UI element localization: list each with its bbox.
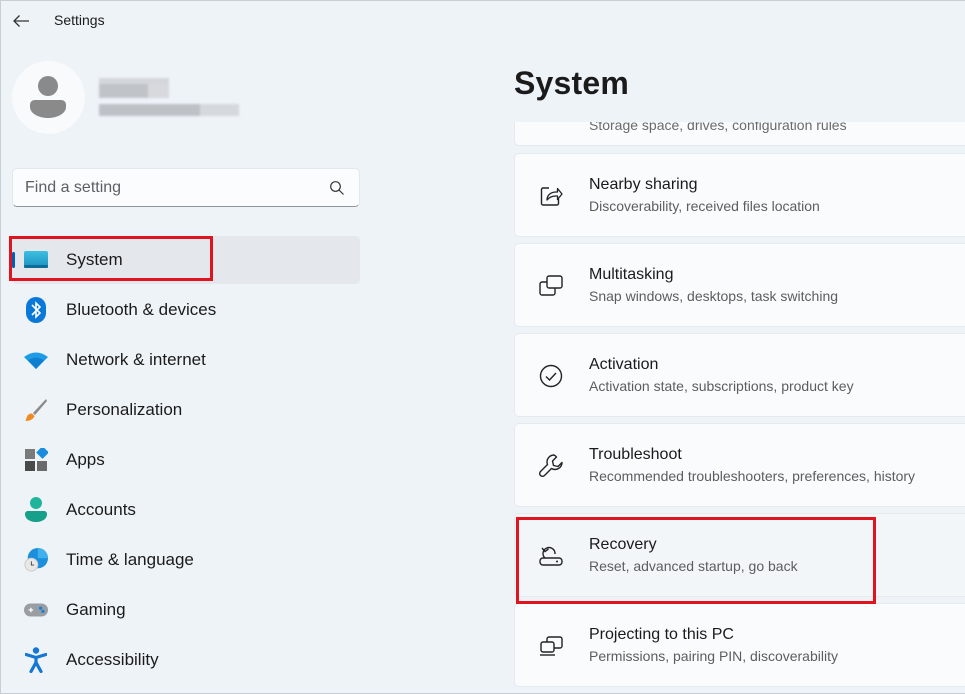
paintbrush-icon xyxy=(24,398,48,422)
sidebar-item-label: Accounts xyxy=(66,500,136,519)
card-title: Troubleshoot xyxy=(589,446,682,463)
card-title: Activation xyxy=(589,356,659,373)
sidebar-item-bluetooth[interactable]: Bluetooth & devices xyxy=(12,286,360,334)
account-icon xyxy=(24,497,48,522)
check-circle-icon xyxy=(537,362,565,390)
wrench-icon xyxy=(537,452,565,480)
multitasking-icon xyxy=(537,272,565,300)
sidebar-item-label: Accessibility xyxy=(66,650,159,669)
sidebar-item-network[interactable]: Network & internet xyxy=(12,336,360,384)
sidebar-item-label: Gaming xyxy=(66,600,126,619)
sidebar-item-gaming[interactable]: Gaming xyxy=(12,586,360,634)
card-troubleshoot[interactable]: Troubleshoot Recommended troubleshooters… xyxy=(514,423,965,507)
card-multitasking[interactable]: Multitasking Snap windows, desktops, tas… xyxy=(514,243,965,327)
apps-icon xyxy=(24,448,48,472)
system-monitor-icon xyxy=(24,248,48,272)
gamepad-icon xyxy=(24,598,48,622)
sidebar-item-apps[interactable]: Apps xyxy=(12,436,360,484)
active-indicator xyxy=(12,252,15,268)
avatar[interactable] xyxy=(12,61,85,134)
recovery-icon xyxy=(537,542,565,570)
card-subtitle: Permissions, pairing PIN, discoverabilit… xyxy=(589,648,838,664)
search-icon[interactable] xyxy=(329,180,345,196)
sidebar-item-label: Network & internet xyxy=(66,350,206,369)
back-button[interactable] xyxy=(9,9,33,33)
card-subtitle: Snap windows, desktops, task switching xyxy=(589,288,839,304)
sidebar-item-label: Apps xyxy=(66,450,105,469)
card-subtitle: Activation state, subscriptions, product… xyxy=(589,378,854,394)
accessibility-icon xyxy=(24,647,48,673)
card-activation[interactable]: Activation Activation state, subscriptio… xyxy=(514,333,965,417)
arrow-left-icon xyxy=(13,15,29,27)
card-title: Recovery xyxy=(589,536,657,553)
title-bar: Settings xyxy=(1,1,965,41)
card-subtitle: Discoverability, received files location xyxy=(589,198,820,214)
sidebar-item-label: Bluetooth & devices xyxy=(66,300,217,319)
card-subtitle: Reset, advanced startup, go back xyxy=(589,558,798,574)
person-icon xyxy=(30,76,66,118)
sidebar-item-label: Time & language xyxy=(66,550,194,569)
sidebar-nav: System Bluetooth & devices Network & int… xyxy=(12,236,360,686)
card-title: Projecting to this PC xyxy=(589,626,734,643)
page-title: System xyxy=(514,65,630,101)
card-projecting[interactable]: Projecting to this PC Permissions, pairi… xyxy=(514,603,965,687)
bluetooth-icon xyxy=(24,297,48,323)
search-input[interactable] xyxy=(25,177,315,199)
card-subtitle: Recommended troubleshooters, preferences… xyxy=(589,468,916,484)
sidebar-item-system[interactable]: System xyxy=(12,236,360,284)
sidebar-item-label: System xyxy=(66,250,123,269)
card-subtitle: Storage space, drives, configuration rul… xyxy=(589,122,847,133)
settings-list: Storage Storage space, drives, configura… xyxy=(514,122,965,694)
sidebar-item-personalization[interactable]: Personalization xyxy=(12,386,360,434)
profile-name-redacted xyxy=(99,78,169,98)
card-recovery[interactable]: Recovery Reset, advanced startup, go bac… xyxy=(514,513,965,597)
profile-email-redacted xyxy=(99,104,239,116)
card-title: Nearby sharing xyxy=(589,176,698,193)
sidebar-item-accessibility[interactable]: Accessibility xyxy=(12,636,360,684)
card-storage[interactable]: Storage Storage space, drives, configura… xyxy=(514,122,965,146)
search-box[interactable] xyxy=(12,168,360,207)
app-title: Settings xyxy=(54,12,105,28)
card-nearby-sharing[interactable]: Nearby sharing Discoverability, received… xyxy=(514,153,965,237)
globe-clock-icon xyxy=(24,548,48,572)
wifi-icon xyxy=(24,348,48,372)
card-title: Multitasking xyxy=(589,266,674,283)
projecting-icon xyxy=(537,632,565,660)
sidebar-item-label: Personalization xyxy=(66,400,183,419)
share-icon xyxy=(537,182,565,210)
sidebar-item-accounts[interactable]: Accounts xyxy=(12,486,360,534)
sidebar-item-time-language[interactable]: Time & language xyxy=(12,536,360,584)
